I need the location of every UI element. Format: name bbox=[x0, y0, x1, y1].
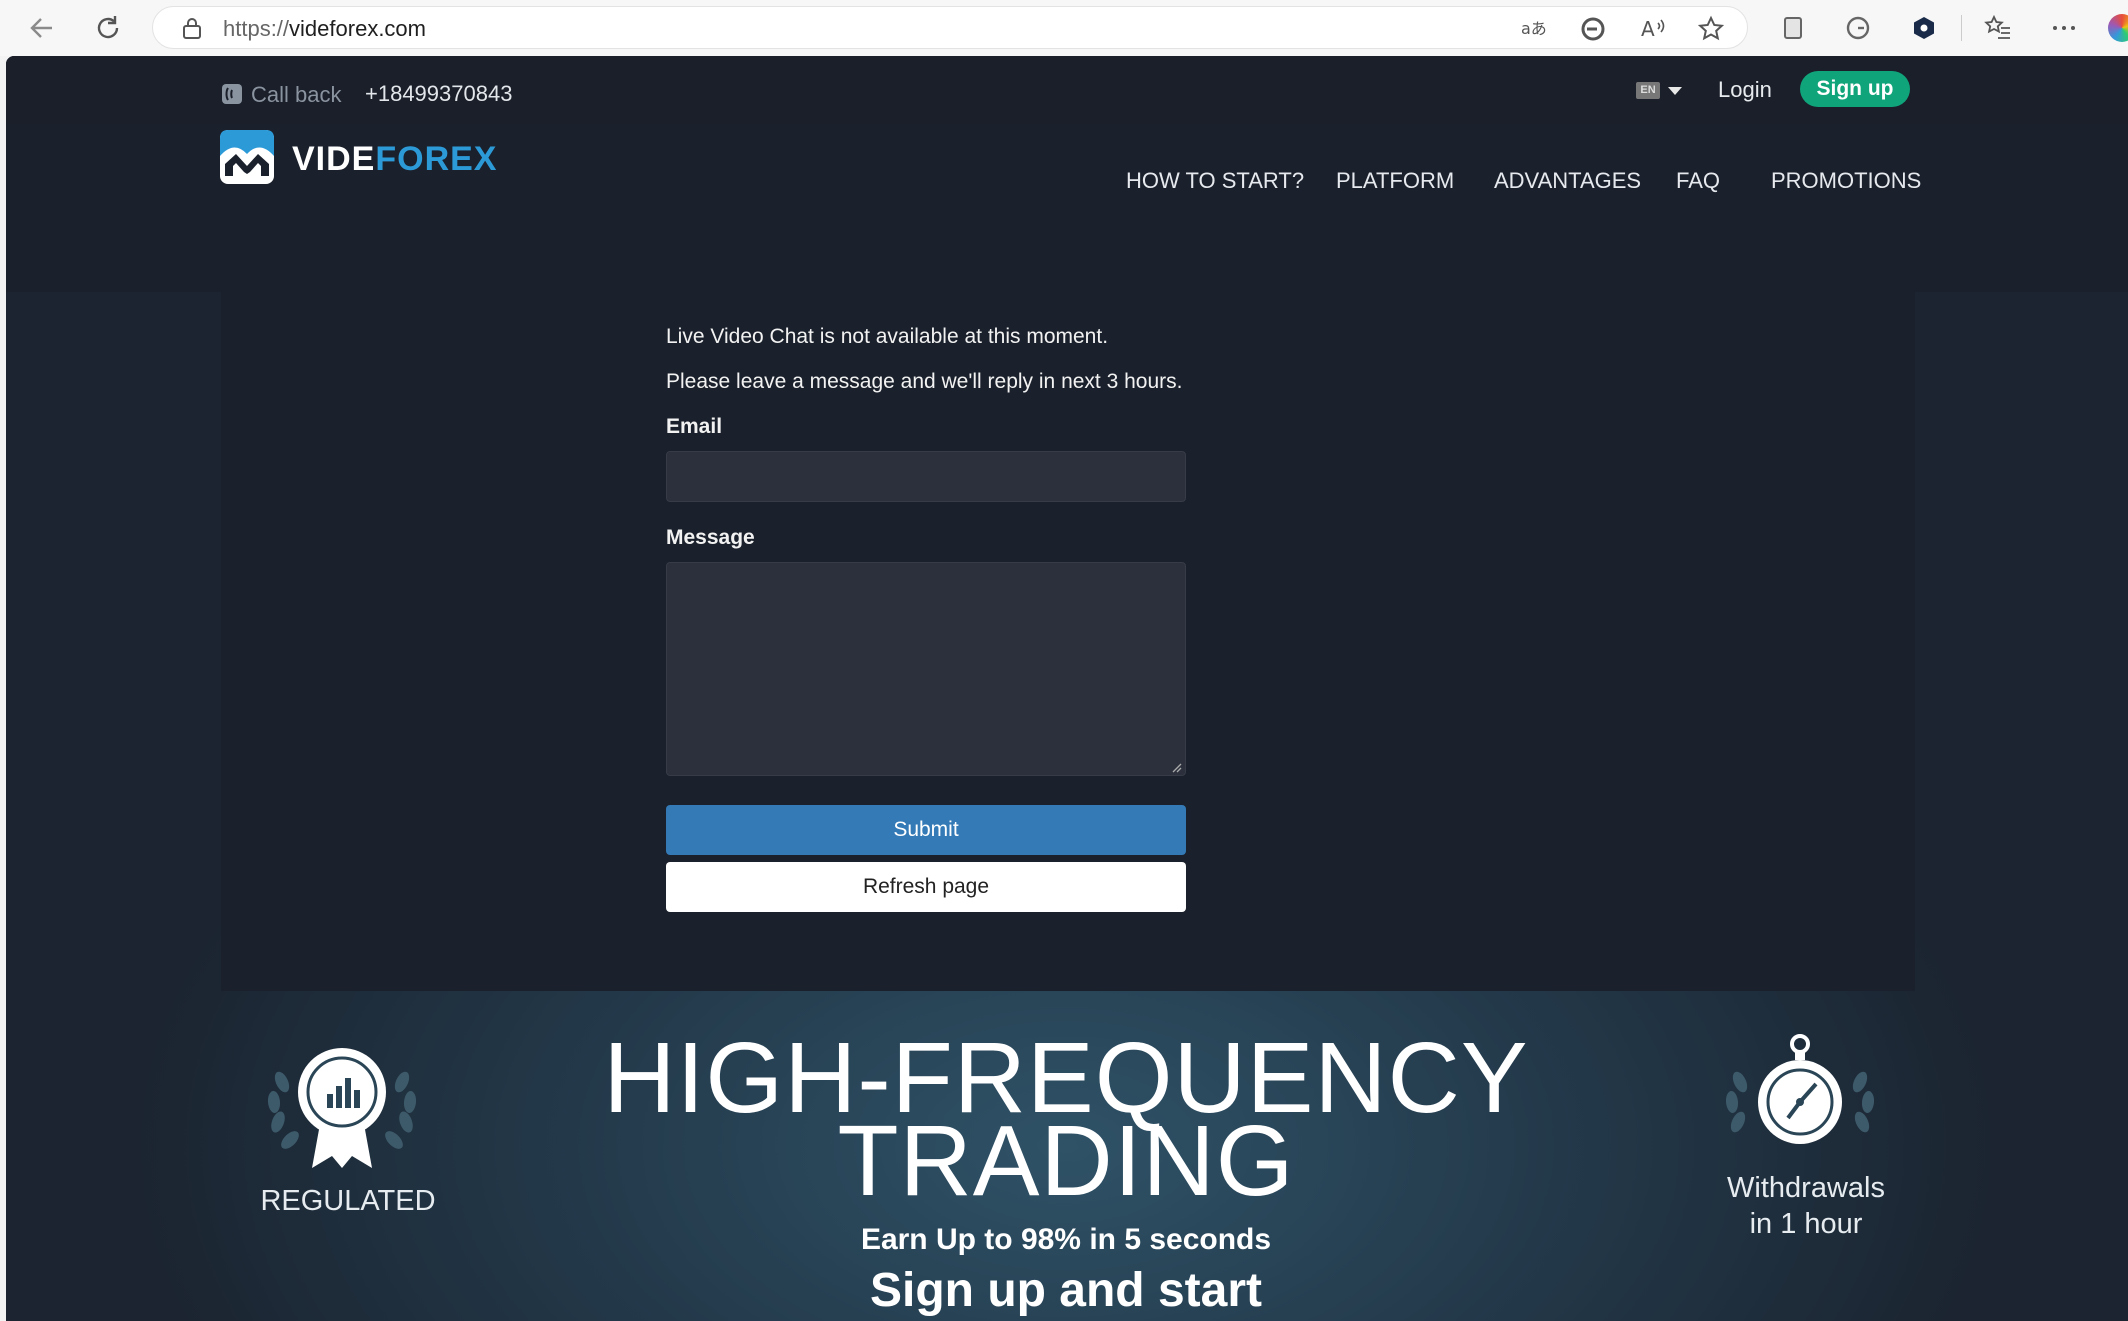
message-label: Message bbox=[666, 526, 755, 549]
nav-faq[interactable]: FAQ bbox=[1676, 168, 1720, 194]
withdrawals-label: Withdrawals in 1 hour bbox=[1678, 1170, 1934, 1242]
nav-how-to-start[interactable]: HOW TO START? bbox=[1126, 168, 1304, 194]
reading-view-icon[interactable] bbox=[1775, 10, 1811, 46]
email-field[interactable] bbox=[666, 451, 1186, 502]
svg-text:A: A bbox=[1641, 17, 1655, 41]
top-strip: Call back +18499370843 EN Login Sign up bbox=[6, 56, 2128, 124]
submit-button[interactable]: Submit bbox=[666, 805, 1186, 855]
regulated-label: REGULATED bbox=[260, 1185, 436, 1217]
hero-subtitle: Earn Up to 98% in 5 seconds bbox=[860, 1223, 1272, 1256]
refresh-page-button[interactable]: Refresh page bbox=[666, 862, 1186, 912]
email-label: Email bbox=[666, 415, 723, 438]
extension-icon[interactable] bbox=[1906, 10, 1942, 46]
address-bar[interactable]: https://videforex.com aあ A bbox=[152, 6, 1748, 49]
read-aloud-icon[interactable]: A bbox=[1637, 13, 1669, 45]
stopwatch-icon bbox=[1725, 1034, 1875, 1144]
withdrawals-label-line2: in 1 hour bbox=[1749, 1208, 1863, 1240]
message-textarea[interactable] bbox=[666, 562, 1186, 776]
copilot-icon[interactable] bbox=[2108, 14, 2128, 42]
chevron-down-icon bbox=[1668, 87, 1682, 95]
chat-unavailable-text: Live Video Chat is not available at this… bbox=[666, 325, 1109, 348]
translate-icon[interactable]: aあ bbox=[1517, 13, 1549, 45]
back-icon[interactable] bbox=[22, 8, 62, 48]
chat-leave-message-text: Please leave a message and we'll reply i… bbox=[666, 370, 1183, 393]
signup-button[interactable]: Sign up bbox=[1800, 71, 1910, 107]
url-host: videforex.com bbox=[289, 16, 426, 41]
grammarly-icon[interactable] bbox=[1840, 10, 1876, 46]
nav-platform[interactable]: PLATFORM bbox=[1336, 168, 1454, 194]
call-back-link[interactable]: Call back bbox=[251, 82, 341, 108]
refresh-icon[interactable] bbox=[88, 8, 128, 48]
web-page: Call back +18499370843 EN Login Sign up … bbox=[6, 56, 2128, 1321]
favorites-icon[interactable] bbox=[1980, 10, 2016, 46]
logo-icon bbox=[220, 130, 274, 184]
more-icon[interactable] bbox=[2046, 10, 2082, 46]
language-flag: EN bbox=[1636, 82, 1660, 99]
phone-number[interactable]: +18499370843 bbox=[365, 81, 512, 107]
svg-text:aあ: aあ bbox=[1521, 19, 1547, 38]
lock-icon[interactable] bbox=[181, 16, 203, 40]
logo-text-vide: VIDE bbox=[292, 140, 376, 178]
nav-advantages[interactable]: ADVANTAGES bbox=[1494, 168, 1641, 194]
nav-promotions[interactable]: PROMOTIONS bbox=[1771, 168, 1921, 194]
language-selector[interactable]: EN bbox=[1632, 78, 1684, 104]
edge-refresh-icon[interactable] bbox=[1577, 13, 1609, 45]
logo-text-forex: FOREX bbox=[375, 140, 498, 178]
withdrawals-label-line1: Withdrawals bbox=[1727, 1172, 1885, 1204]
logo[interactable]: VIDEFOREX bbox=[220, 130, 500, 186]
url-protocol: https:// bbox=[223, 16, 290, 41]
logo-text: VIDEFOREX bbox=[292, 140, 497, 179]
regulated-award-icon bbox=[267, 1048, 417, 1168]
login-link[interactable]: Login bbox=[1718, 77, 1772, 103]
favorite-star-icon[interactable] bbox=[1695, 13, 1727, 45]
phone-icon bbox=[222, 84, 242, 104]
url-text[interactable]: https://videforex.com bbox=[223, 16, 426, 42]
hero-title-line2: TRADING bbox=[837, 1105, 1295, 1217]
toolbar-divider bbox=[1961, 15, 1962, 41]
video-chat-panel: Live Video Chat is not available at this… bbox=[221, 292, 1915, 991]
hero-cta-text: Sign up and start bbox=[869, 1264, 1262, 1317]
browser-toolbar: https://videforex.com aあ A bbox=[0, 0, 2128, 56]
resize-handle-icon[interactable] bbox=[1170, 761, 1182, 773]
